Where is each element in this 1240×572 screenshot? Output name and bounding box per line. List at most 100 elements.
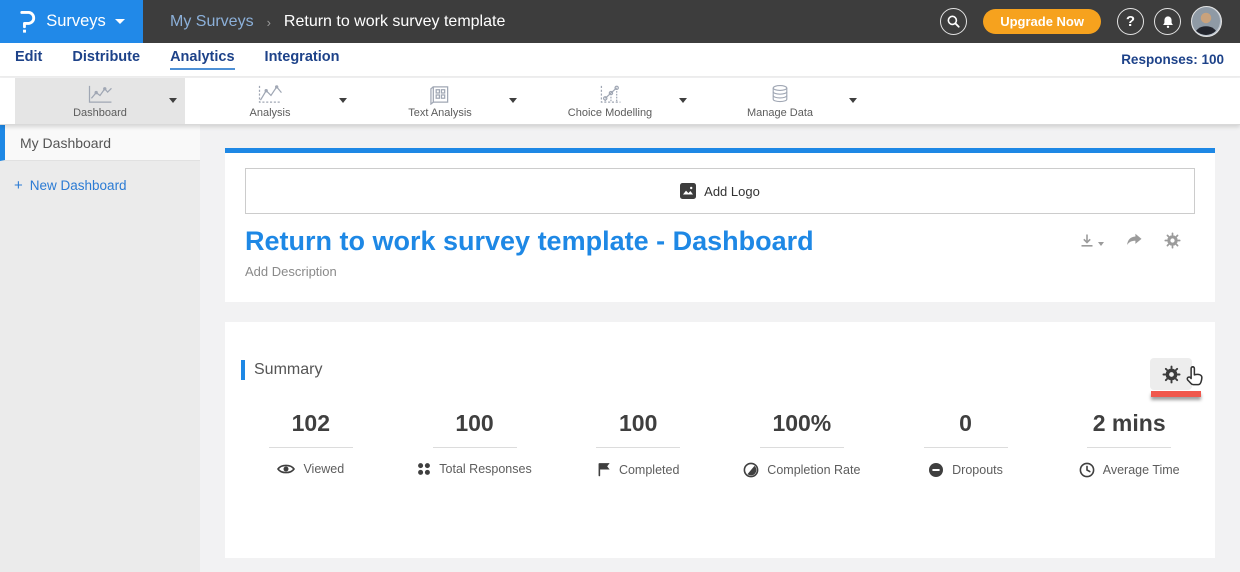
stat-completion-rate: 100% Completion Rate [720, 410, 884, 478]
completion-rate-icon [743, 462, 759, 478]
title-row: Return to work survey template - Dashboa… [225, 214, 1215, 257]
stat-dropouts: 0 Dropouts [884, 410, 1048, 478]
toolbar-item-manage-data[interactable]: Manage Data [695, 78, 865, 124]
database-icon [768, 83, 792, 105]
dashboard-description[interactable]: Add Description [225, 257, 1215, 279]
product-name: Surveys [46, 12, 106, 31]
download-icon [1079, 233, 1095, 249]
stat-label: Viewed [303, 462, 344, 476]
dashboard-header-card: Add Logo Return to work survey template … [225, 148, 1215, 302]
dashboard-sidebar: My Dashboard + New Dashboard [0, 125, 200, 572]
new-dashboard-label: New Dashboard [30, 178, 127, 193]
toolbar-item-label: Manage Data [747, 107, 813, 119]
chevron-down-icon[interactable] [339, 98, 347, 103]
bell-icon [1161, 15, 1175, 29]
tab-edit[interactable]: Edit [15, 49, 42, 70]
help-button[interactable]: ? [1117, 8, 1144, 35]
stat-label: Total Responses [439, 462, 531, 476]
stat-viewed: 102 Viewed [229, 410, 393, 478]
summary-title: Summary [254, 361, 322, 379]
breadcrumb-current: Return to work survey template [284, 13, 505, 31]
search-button[interactable] [940, 8, 967, 35]
toolbar-item-choice-modelling[interactable]: Choice Modelling [525, 78, 695, 124]
stat-divider [433, 447, 517, 448]
analysis-chart-icon [255, 84, 285, 105]
stat-value: 100 [619, 410, 657, 436]
stat-value: 100 [455, 410, 493, 436]
choice-modelling-icon [596, 84, 624, 105]
chevron-down-icon [1098, 242, 1104, 246]
toolbar-item-label: Dashboard [73, 107, 127, 119]
clock-icon [1079, 462, 1095, 478]
stat-label: Dropouts [952, 463, 1003, 477]
share-button[interactable] [1125, 233, 1143, 248]
analytics-toolbar: Dashboard Analysis Text Analysis Choice … [0, 78, 1240, 125]
text-analysis-icon [427, 84, 453, 105]
stat-label: Average Time [1103, 463, 1180, 477]
sidebar-item-label: My Dashboard [20, 135, 111, 151]
chevron-down-icon[interactable] [509, 98, 517, 103]
stat-divider [596, 447, 680, 448]
top-header: Surveys My Surveys › Return to work surv… [0, 0, 1240, 43]
tab-integration[interactable]: Integration [265, 49, 340, 70]
tab-distribute[interactable]: Distribute [72, 49, 140, 70]
notifications-button[interactable] [1154, 8, 1181, 35]
breadcrumb-separator: › [267, 15, 271, 30]
stat-value: 100% [772, 410, 831, 436]
toolbar-item-label: Analysis [250, 107, 291, 119]
avatar[interactable] [1191, 6, 1222, 37]
new-dashboard-button[interactable]: + New Dashboard [14, 177, 200, 194]
sidebar-item-my-dashboard[interactable]: My Dashboard [0, 125, 200, 161]
breadcrumb-parent-link[interactable]: My Surveys [170, 13, 254, 31]
card-accent-bar [225, 148, 1215, 153]
title-settings-button[interactable] [1164, 232, 1181, 249]
chevron-down-icon [115, 19, 125, 24]
stat-label: Completed [619, 463, 679, 477]
stat-value: 2 mins [1093, 410, 1166, 436]
add-logo-label: Add Logo [704, 184, 760, 199]
breadcrumb: My Surveys › Return to work survey templ… [170, 13, 505, 31]
summary-card: Summary [225, 322, 1215, 558]
stat-divider [760, 447, 844, 448]
app-logo-block[interactable]: Surveys [0, 0, 143, 43]
stat-total-responses: 100 Total Responses [393, 410, 557, 478]
survey-nav: Edit Distribute Analytics Integration Re… [0, 43, 1240, 77]
tab-analytics[interactable]: Analytics [170, 49, 234, 70]
stat-value: 0 [959, 410, 972, 436]
toolbar-item-label: Choice Modelling [568, 107, 652, 119]
toolbar-item-dashboard[interactable]: Dashboard [15, 78, 185, 124]
minus-circle-icon [928, 462, 944, 478]
title-actions [1079, 232, 1195, 249]
stat-completed: 100 Completed [556, 410, 720, 478]
summary-stats: 102 Viewed 100 T [225, 410, 1215, 478]
responses-count: Responses: 100 [1121, 52, 1240, 67]
download-button[interactable] [1079, 233, 1104, 249]
upgrade-now-button[interactable]: Upgrade Now [983, 9, 1101, 34]
search-icon [946, 14, 961, 29]
gear-icon [1164, 232, 1181, 249]
chevron-down-icon[interactable] [679, 98, 687, 103]
highlight-underline [1151, 391, 1201, 397]
image-icon [680, 183, 696, 199]
toolbar-item-analysis[interactable]: Analysis [185, 78, 355, 124]
dashboard-title[interactable]: Return to work survey template - Dashboa… [245, 225, 814, 257]
stat-label: Completion Rate [767, 463, 860, 477]
summary-accent-bar [241, 360, 245, 380]
main-content: Add Logo Return to work survey template … [200, 125, 1240, 572]
questionpro-logo-icon [18, 9, 37, 34]
dots-grid-icon [417, 462, 431, 476]
flag-icon [597, 462, 611, 477]
chevron-down-icon[interactable] [849, 98, 857, 103]
stat-value: 102 [292, 410, 330, 436]
stat-divider [1087, 447, 1171, 448]
toolbar-item-text-analysis[interactable]: Text Analysis [355, 78, 525, 124]
dashboard-chart-icon [85, 84, 115, 105]
add-logo-button[interactable]: Add Logo [245, 168, 1195, 214]
summary-settings-button[interactable] [1150, 358, 1192, 390]
share-arrow-icon [1125, 233, 1143, 248]
avatar-photo [1192, 7, 1220, 35]
chevron-down-icon[interactable] [169, 98, 177, 103]
stat-average-time: 2 mins Average Time [1047, 410, 1211, 478]
plus-icon: + [14, 177, 23, 194]
toolbar-item-label: Text Analysis [408, 107, 472, 119]
